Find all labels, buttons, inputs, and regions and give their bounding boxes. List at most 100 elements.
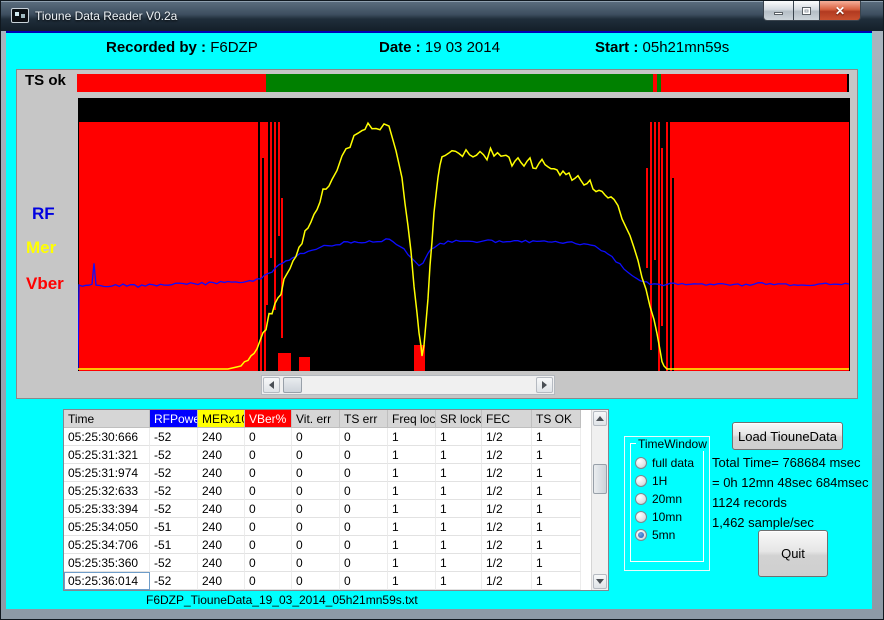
table-cell: -52 — [150, 428, 198, 446]
table-cell: 1/2 — [482, 518, 532, 536]
chart-scrollbar-thumb[interactable] — [283, 377, 302, 393]
app-icon — [11, 8, 29, 23]
radio-10mn[interactable]: 10mn — [635, 508, 701, 526]
table-cell: 0 — [340, 500, 388, 518]
table-row[interactable]: 05:25:34:706-51240000111/21 — [64, 536, 608, 554]
radio-full-data[interactable]: full data — [635, 454, 701, 472]
table-cell: 1 — [436, 446, 482, 464]
scroll-right-button[interactable] — [536, 377, 553, 393]
radio-icon — [635, 511, 647, 523]
column-header-vit-err[interactable]: Vit. err — [292, 410, 340, 428]
table-cell: 0 — [292, 536, 340, 554]
table-cell: 0 — [292, 428, 340, 446]
radio-label: full data — [652, 456, 694, 470]
table-cell: 1 — [436, 500, 482, 518]
stat-line: Total Time= 768684 msec — [712, 455, 884, 470]
scroll-down-button[interactable] — [593, 574, 607, 589]
table-cell: 240 — [198, 482, 245, 500]
table-cell: 1/2 — [482, 482, 532, 500]
ts-segment — [847, 74, 849, 92]
table-cell: 0 — [340, 446, 388, 464]
radio-label: 20mn — [652, 492, 682, 506]
rf-trace-label: RF — [32, 204, 55, 224]
table-cell: 1 — [532, 482, 581, 500]
table-cell: 240 — [198, 500, 245, 518]
table-scrollbar-thumb[interactable] — [593, 464, 607, 494]
window-controls: ✕ — [763, 1, 861, 21]
table-cell: 1 — [388, 518, 436, 536]
table-cell: 1/2 — [482, 500, 532, 518]
table-cell: 0 — [340, 482, 388, 500]
table-cell: 0 — [340, 518, 388, 536]
table-row[interactable]: 05:25:31:974-52240000111/21 — [64, 464, 608, 482]
column-header-fec[interactable]: FEC — [482, 410, 532, 428]
table-cell: -52 — [150, 446, 198, 464]
table-cell: 1 — [532, 446, 581, 464]
titlebar[interactable]: Tioune Data Reader V0.2a ✕ — [1, 1, 883, 31]
table-cell: -52 — [150, 554, 198, 572]
table-cell: 0 — [245, 518, 292, 536]
table-cell: 0 — [292, 518, 340, 536]
table-cell: 240 — [198, 446, 245, 464]
table-cell: -52 — [150, 482, 198, 500]
app-window: Tioune Data Reader V0.2a ✕ Recorded by :… — [0, 0, 884, 620]
data-table: TimeRFPowerMERx10VBer%Vit. errTS errFreq… — [63, 409, 609, 591]
table-cell: 0 — [245, 464, 292, 482]
table-scrollbar[interactable] — [591, 410, 608, 590]
window-title: Tioune Data Reader V0.2a — [35, 9, 177, 23]
close-icon: ✕ — [835, 4, 845, 18]
up-arrow-icon — [596, 416, 604, 421]
ts-status-bar — [77, 74, 849, 92]
table-body: 05:25:30:666-52240000111/2105:25:31:321-… — [64, 428, 608, 590]
table-row[interactable]: 05:25:36:014-52240000111/21 — [64, 572, 608, 590]
table-cell: 1 — [388, 428, 436, 446]
column-header-merx10[interactable]: MERx10 — [198, 410, 245, 428]
chart-scrollbar[interactable] — [261, 375, 555, 395]
ts-segment — [77, 74, 266, 92]
radio-20mn[interactable]: 20mn — [635, 490, 701, 508]
table-cell: 1 — [436, 482, 482, 500]
table-cell: 05:25:32:633 — [64, 482, 150, 500]
table-cell: 240 — [198, 554, 245, 572]
table-cell: 1/2 — [482, 554, 532, 572]
recorded-by: Recorded by : F6DZP — [106, 39, 258, 56]
column-header-sr-lock[interactable]: SR lock — [436, 410, 482, 428]
table-row[interactable]: 05:25:34:050-51240000111/21 — [64, 518, 608, 536]
table-row[interactable]: 05:25:32:633-52240000111/21 — [64, 482, 608, 500]
table-header-row: TimeRFPowerMERx10VBer%Vit. errTS errFreq… — [64, 410, 608, 428]
table-row[interactable]: 05:25:31:321-52240000111/21 — [64, 446, 608, 464]
column-header-ts-ok[interactable]: TS OK — [532, 410, 581, 428]
start-label: Start : — [595, 39, 638, 56]
table-cell: 0 — [245, 428, 292, 446]
load-tiounedata-button[interactable]: Load TiouneData — [732, 422, 843, 450]
time-window-options: full data 1H 20mn 10mn 5mn — [635, 454, 701, 544]
maximize-button[interactable] — [794, 1, 819, 21]
radio-1h[interactable]: 1H — [635, 472, 701, 490]
column-header-rfpower[interactable]: RFPower — [150, 410, 198, 428]
table-row[interactable]: 05:25:33:394-52240000111/21 — [64, 500, 608, 518]
column-header-freq-lock[interactable]: Freq lock — [388, 410, 436, 428]
table-cell: 1 — [532, 500, 581, 518]
radio-5mn[interactable]: 5mn — [635, 526, 701, 544]
column-header-ts-err[interactable]: TS err — [340, 410, 388, 428]
table-cell: 240 — [198, 428, 245, 446]
table-cell: 1 — [388, 554, 436, 572]
scroll-left-button[interactable] — [263, 377, 280, 393]
window-body: Recorded by : F6DZP Date : 19 03 2014 St… — [6, 31, 872, 609]
scroll-up-button[interactable] — [593, 411, 607, 426]
record-start: Start : 05h21mn59s — [595, 39, 729, 56]
column-header-vber-[interactable]: VBer% — [245, 410, 292, 428]
quit-button[interactable]: Quit — [758, 530, 828, 577]
close-button[interactable]: ✕ — [819, 1, 861, 21]
table-cell: 0 — [245, 500, 292, 518]
recorded-by-label: Recorded by : — [106, 39, 206, 56]
column-header-time[interactable]: Time — [64, 410, 150, 428]
right-arrow-icon — [542, 381, 547, 389]
table-cell: 1/2 — [482, 428, 532, 446]
table-row[interactable]: 05:25:30:666-52240000111/21 — [64, 428, 608, 446]
radio-label: 10mn — [652, 510, 682, 524]
table-cell: 05:25:31:974 — [64, 464, 150, 482]
table-row[interactable]: 05:25:35:360-52240000111/21 — [64, 554, 608, 572]
minimize-button[interactable] — [763, 1, 794, 21]
table-cell: 1 — [388, 536, 436, 554]
